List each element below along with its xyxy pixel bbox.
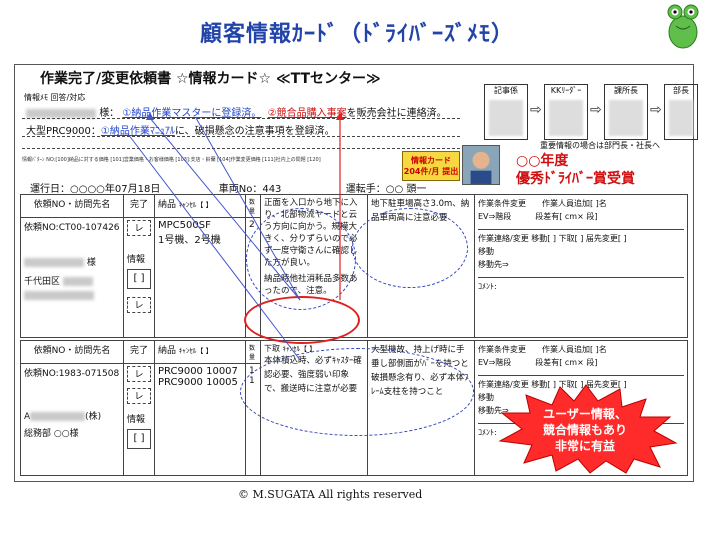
memo-divider-3 bbox=[22, 148, 460, 149]
award-text: ○○年度 優秀ﾄﾞﾗｲﾊﾞｰ賞受賞 bbox=[516, 152, 635, 188]
stamp-2-label: KKﾘｰﾀﾞｰ bbox=[550, 86, 582, 95]
award-line2: 優秀ﾄﾞﾗｲﾊﾞｰ賞受賞 bbox=[516, 171, 635, 187]
hdr2-qty: 数量 bbox=[245, 340, 261, 364]
info-box[interactable]: [ ] bbox=[127, 269, 151, 289]
info-checkbox[interactable]: レ bbox=[127, 297, 151, 313]
memo-divider-2 bbox=[22, 136, 460, 137]
row2-model: PRC9000 10007 PRC9000 10005 bbox=[154, 363, 246, 476]
dashed-ellipse-2 bbox=[352, 208, 468, 288]
stamp-1-label: 記事係 bbox=[494, 86, 518, 95]
copyright: © M.SUGATA All rights reserved bbox=[238, 488, 423, 501]
row1-model: MPC500SF 1号機、2号機 bbox=[154, 217, 246, 338]
memo-label: 情報ﾒﾓ 回答/対応 bbox=[24, 93, 86, 102]
arrow-right-icon: ⇨ bbox=[650, 102, 662, 118]
arrow-right-icon: ⇨ bbox=[590, 102, 602, 118]
row1-right: 作業条件変更 作業人員追加[ ]名 EV⇒階段 段差有[ cm× 段] 作業連絡… bbox=[474, 194, 688, 338]
hdr-done: 完了 bbox=[123, 194, 155, 218]
info-pattern-bar: 情報ﾊﾟﾀｰﾝ NO:[100]納品に対する価格 [101]営業価格・お客様価格… bbox=[22, 157, 321, 163]
card-header: 作業完了/変更依頼書 ☆情報カード☆ ≪TTセンター≫ bbox=[40, 71, 381, 87]
hdr-deliv: 納品 ｷｬﾝｾﾙ【 】 bbox=[154, 194, 246, 218]
redacted-customer bbox=[26, 108, 96, 118]
award-bubble: 情報カード 204件/月 提出 bbox=[402, 151, 460, 181]
row1-customer: 依頼NO:CT00-107426 様 千代田区 bbox=[20, 217, 124, 338]
run-info: 運行日：○○○○年07月18日 車両No：443 運転手：○○ 頭一 bbox=[30, 180, 426, 195]
page-title: 顧客情報ｶｰﾄﾞ（ﾄﾞﾗｲﾊﾞｰｽﾞﾒﾓ） bbox=[200, 22, 515, 47]
award-line1: ○○年度 bbox=[516, 153, 569, 169]
frog-mascot-icon bbox=[667, 4, 699, 49]
approval-note: 重要情報の場合は部門長・社長へ bbox=[540, 141, 660, 150]
hdr-dest: 依頼NO・訪問先名 bbox=[20, 194, 124, 218]
dashed-ellipse-1 bbox=[246, 208, 356, 310]
memo-line-2: 大型PRC9000：①納品作業ﾏﾆｭｱﾙに、破損懸念の注意事項を登録済。 bbox=[26, 122, 335, 137]
callout-text: ユーザー情報、 競合情報もあり 非常に有益 bbox=[542, 407, 627, 453]
award-bubble-line2: 204件/月 提出 bbox=[403, 167, 459, 176]
stamp-3-label: 課所長 bbox=[614, 86, 638, 95]
row1-done: レ 情報 [ ] レ bbox=[123, 217, 155, 338]
memo-divider bbox=[22, 118, 460, 119]
hdr2-dest: 依頼NO・訪問先名 bbox=[20, 340, 124, 364]
info-box-2[interactable]: [ ] bbox=[127, 429, 151, 449]
stamp-1: 記事係 bbox=[484, 84, 528, 140]
hdr2-deliv: 納品 ｷｬﾝｾﾙ【 】 bbox=[154, 340, 246, 364]
hdr-qty: 数量 bbox=[245, 194, 261, 218]
stamp-3: 課所長 bbox=[604, 84, 648, 140]
arrow-right-icon: ⇨ bbox=[530, 102, 542, 118]
memo-line-1: 様： ①納品作業マスターに登録済。 ②競合品購入事案を販売会社に連絡済。 bbox=[26, 104, 447, 119]
done-checkbox-2[interactable]: レ bbox=[127, 366, 151, 382]
award-bubble-line1: 情報カード bbox=[411, 156, 451, 165]
driver-photo bbox=[462, 145, 500, 185]
stamp-4: 部長 bbox=[664, 84, 698, 140]
stamp-2: KKﾘｰﾀﾞｰ bbox=[544, 84, 588, 140]
row2-customer: 依頼NO:1983-071508 A (株) 総務部 ○○様 bbox=[20, 363, 124, 476]
done-checkbox[interactable]: レ bbox=[127, 220, 151, 236]
row2-done: レ レ 情報 [ ] bbox=[123, 363, 155, 476]
hdr2-done: 完了 bbox=[123, 340, 155, 364]
red-ellipse bbox=[244, 296, 360, 344]
done-checkbox-3[interactable]: レ bbox=[127, 388, 151, 404]
stamp-4-label: 部長 bbox=[673, 86, 689, 95]
dashed-ellipse-3 bbox=[240, 348, 474, 436]
